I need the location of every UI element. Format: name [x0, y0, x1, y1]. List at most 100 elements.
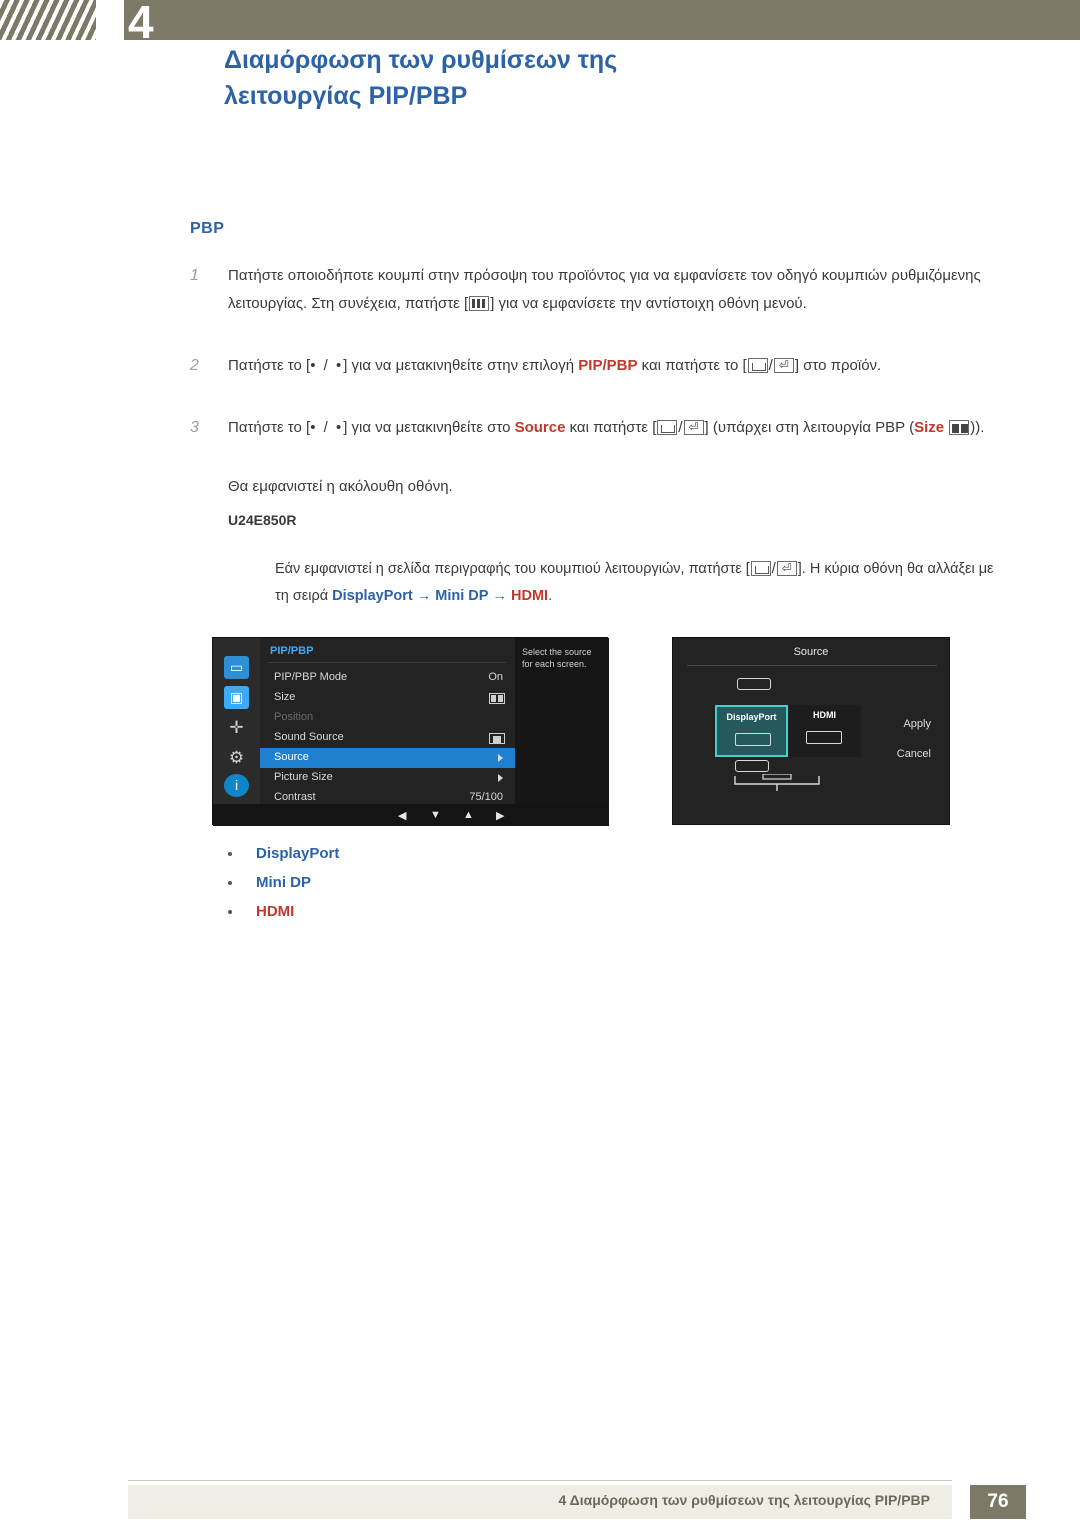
step-1-number: 1	[190, 267, 199, 284]
return-key-icon	[747, 358, 768, 373]
footer-text: 4 Διαμόρφωση των ρυθμίσεων της λειτουργί…	[558, 1492, 930, 1508]
step-3-part5: )).	[970, 419, 985, 436]
step-2-part2: ] για να μετακινηθείτε στην επιλογή	[343, 357, 579, 374]
list-item: HDMI	[228, 903, 339, 920]
list-item: Mini DP	[228, 874, 339, 891]
connector-lines-decoration	[734, 774, 820, 791]
step-2-part4: ] στο προϊόν.	[794, 357, 882, 374]
step-1: 1 Πατήστε οποιοδήποτε κουμπί στην πρόσοψ…	[190, 262, 1010, 318]
osd-row-value: On	[488, 671, 503, 683]
cancel-button[interactable]: Cancel	[897, 748, 931, 760]
source-dialog-separator	[687, 665, 937, 666]
osd-row-position: Position	[260, 708, 515, 728]
step-2-text: Πατήστε το [• / •] για να μετακινηθείτε …	[228, 352, 1010, 380]
source-dialog-title: Source	[793, 646, 829, 658]
sound-source-box-icon	[489, 733, 505, 744]
information-icon-glyph: i	[234, 777, 239, 793]
bullet-dot-icon	[228, 852, 232, 856]
bullet-dot-icon	[228, 881, 232, 885]
step-3-bold-size: Size	[914, 419, 945, 436]
bullet-label: HDMI	[256, 903, 295, 920]
osd-row-pipbp-mode[interactable]: PIP/PBP Mode On	[260, 668, 515, 688]
section-title: PBP	[190, 220, 225, 237]
connector-top-icon	[737, 678, 771, 690]
return-key-icon-3	[750, 561, 771, 576]
osd-tip-text: Select the source for each screen.	[515, 638, 609, 804]
osd-button-left[interactable]: ◀	[398, 809, 406, 822]
menu-key-icon	[469, 296, 490, 311]
size-glyph-icon	[949, 420, 970, 435]
osd-panel: PIP/PBP PIP/PBP Mode On Size Position So…	[260, 638, 515, 804]
osd-row-value: 75/100	[469, 791, 503, 803]
osd-menu-screenshot: ▭ ▣ ✛ ⚙ i PIP/PBP PIP/PBP Mode On Size P…	[212, 637, 609, 826]
settings-icon: ⚙	[224, 746, 249, 769]
settings-icon-glyph: ⚙	[228, 748, 245, 767]
bullet-label: Mini DP	[256, 874, 311, 891]
display-icon-glyph: ▭	[229, 659, 244, 675]
step-3-part2: ] για να μετακινηθείτε στο	[343, 419, 515, 436]
enter-key-icon-3	[776, 559, 797, 577]
bullet-label: DisplayPort	[256, 845, 340, 862]
osd-menu-title: PIP/PBP	[270, 645, 314, 657]
list-item: DisplayPort	[228, 845, 339, 862]
source-option-displayport[interactable]: DisplayPort	[715, 705, 788, 757]
step-1-part2: ] για να εμφανίσετε την αντίστοιχη οθόνη…	[490, 295, 807, 312]
source-option-hdmi[interactable]: HDMI	[788, 705, 861, 757]
osd-row-sound-source[interactable]: Sound Source	[260, 728, 515, 748]
step-2-part3: και πατήστε το [	[637, 357, 747, 374]
apply-button[interactable]: Apply	[903, 718, 931, 730]
enter-key-icon	[773, 356, 794, 374]
step-1-text: Πατήστε οποιοδήποτε κουμπί στην πρόσοψη …	[228, 262, 1010, 318]
footer-page-number: 76	[970, 1485, 1026, 1519]
note-source-displayport: DisplayPort	[332, 588, 413, 604]
note-arrow-2: →	[492, 588, 507, 604]
osd-row-source[interactable]: Source	[260, 748, 515, 768]
position-icon-glyph: ✛	[229, 718, 244, 737]
source-option-label: DisplayPort	[726, 712, 777, 722]
displayport-connector-icon	[735, 733, 771, 746]
note-arrow-1: →	[416, 588, 432, 604]
chevron-right-icon	[498, 754, 503, 762]
connector-bottom-icon	[735, 760, 769, 772]
source-selection-box: DisplayPort HDMI	[715, 705, 861, 757]
step-2: 2 Πατήστε το [• / •] για να μετακινηθείτ…	[190, 352, 1010, 380]
model-label: U24E850R	[228, 512, 297, 528]
osd-button-bar: ◀ ▼ ▲ ▶	[213, 804, 609, 826]
osd-row-picture-size[interactable]: Picture Size	[260, 768, 515, 788]
osd-button-up[interactable]: ▲	[463, 809, 474, 821]
note-end: .	[548, 588, 553, 604]
note-part1: Εάν εμφανιστεί η σελίδα περιγραφής του κ…	[275, 561, 750, 577]
chevron-right-icon-2	[498, 774, 503, 782]
osd-row-label: PIP/PBP Mode	[274, 671, 348, 683]
display-icon: ▭	[224, 656, 249, 679]
position-icon: ✛	[224, 716, 249, 739]
step-3-part3: και πατήστε [	[565, 419, 657, 436]
bullet-dot-icon	[228, 910, 232, 914]
osd-button-down[interactable]: ▼	[430, 809, 441, 821]
step-2-number: 2	[190, 357, 199, 374]
step-3-keys: • / •	[310, 419, 344, 436]
return-key-icon-2	[657, 420, 678, 435]
after-steps-text: Θα εμφανιστεί η ακόλουθη οθόνη.	[228, 478, 453, 495]
information-icon: i	[224, 774, 249, 797]
note-source-minidp: Mini DP	[435, 588, 489, 604]
osd-icon-sidebar: ▭ ▣ ✛ ⚙ i	[213, 638, 260, 804]
osd-row-label: Position	[274, 711, 314, 723]
step-3-number: 3	[190, 419, 199, 436]
size-box-icon	[489, 693, 505, 704]
note-text: Εάν εμφανιστεί η σελίδα περιγραφής του κ…	[275, 556, 995, 610]
osd-row-label: Size	[274, 691, 296, 703]
step-3: 3 Πατήστε το [• / •] για να μετακινηθείτ…	[190, 414, 1010, 442]
osd-row-label: Sound Source	[274, 731, 344, 743]
source-option-label: HDMI	[813, 710, 836, 720]
step-3-text: Πατήστε το [• / •] για να μετακινηθείτε …	[228, 414, 1010, 442]
hdmi-connector-icon	[806, 731, 842, 744]
step-2-part1: Πατήστε το [	[228, 357, 311, 374]
step-2-bold-pipbp: PIP/PBP	[578, 357, 638, 374]
step-2-keys: • / •	[310, 357, 344, 374]
osd-row-size[interactable]: Size	[260, 688, 515, 708]
osd-row-label: Source	[274, 751, 309, 763]
step-3-part1: Πατήστε το [	[228, 419, 311, 436]
osd-button-right[interactable]: ▶	[496, 809, 504, 822]
page-content: PBP 1 Πατήστε οποιοδήποτε κουμπί στην πρ…	[0, 0, 1080, 1527]
